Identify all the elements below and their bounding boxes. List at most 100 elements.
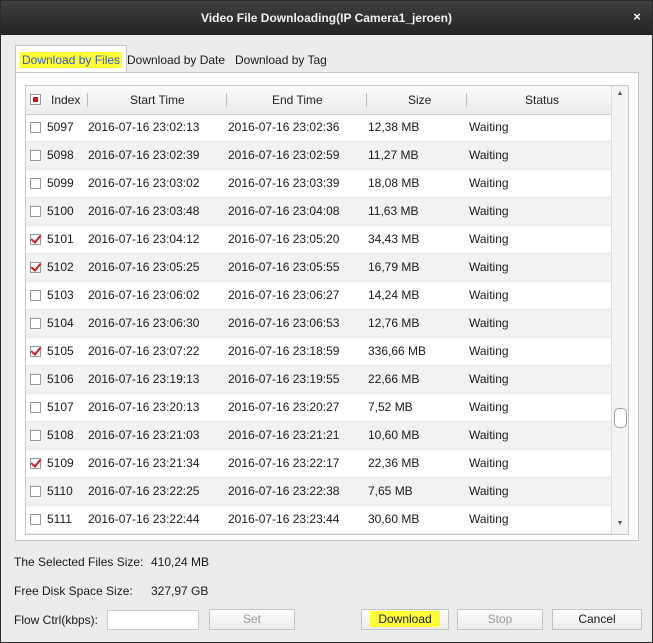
row-checkbox[interactable]: [30, 402, 41, 413]
table-row[interactable]: 5106 2016-07-16 23:19:13 2016-07-16 23:19:…: [26, 366, 612, 394]
column-header-index[interactable]: Index: [51, 86, 80, 114]
cell-status: Waiting: [469, 456, 509, 470]
cell-status: Waiting: [469, 120, 509, 134]
table-row[interactable]: 5104 2016-07-16 23:06:30 2016-07-16 23:06:…: [26, 310, 612, 338]
download-dialog: Video File Downloading(IP Camera1_jeroen…: [0, 0, 653, 643]
cell-index: 5111: [47, 512, 72, 526]
cell-index: 5099: [47, 176, 74, 190]
row-checkbox[interactable]: [30, 374, 41, 385]
flow-ctrl-label: Flow Ctrl(kbps):: [14, 613, 99, 627]
tab-download-by-date[interactable]: Download by Date: [123, 45, 229, 73]
table-row[interactable]: 5097 2016-07-16 23:02:13 2016-07-16 23:02:…: [26, 114, 612, 142]
cell-status: Waiting: [469, 512, 509, 526]
cell-start-time: 2016-07-16 23:22:25: [88, 484, 200, 498]
cell-start-time: 2016-07-16 23:21:34: [88, 456, 200, 470]
cell-start-time: 2016-07-16 23:19:13: [88, 372, 200, 386]
scrollbar-thumb[interactable]: [614, 408, 627, 428]
column-separator[interactable]: [87, 93, 88, 107]
cell-status: Waiting: [469, 232, 509, 246]
cell-index: 5109: [47, 456, 74, 470]
cell-size: 16,79 MB: [368, 260, 420, 274]
cell-end-time: 2016-07-16 23:21:21: [228, 428, 340, 442]
stop-button[interactable]: Stop: [457, 609, 543, 630]
row-checkbox[interactable]: [30, 122, 41, 133]
row-checkbox[interactable]: [30, 234, 41, 245]
table-row[interactable]: 5108 2016-07-16 23:21:03 2016-07-16 23:21:…: [26, 422, 612, 450]
vertical-scrollbar[interactable]: ▲ ▼: [611, 86, 628, 534]
free-disk-value: 327,97 GB: [151, 584, 209, 598]
table-row[interactable]: 5109 2016-07-16 23:21:34 2016-07-16 23:22:…: [26, 450, 612, 478]
tab-label: Download by Date: [127, 53, 226, 67]
column-separator[interactable]: [226, 93, 227, 107]
table-row[interactable]: 5103 2016-07-16 23:06:02 2016-07-16 23:06:…: [26, 282, 612, 310]
cell-size: 7,65 MB: [368, 484, 413, 498]
cell-index: 5104: [47, 316, 74, 330]
table-row[interactable]: 5101 2016-07-16 23:04:12 2016-07-16 23:05:…: [26, 226, 612, 254]
cell-size: 22,66 MB: [368, 372, 420, 386]
scroll-down-icon[interactable]: ▼: [612, 516, 628, 532]
cell-index: 5105: [47, 344, 74, 358]
table-row[interactable]: 5107 2016-07-16 23:20:13 2016-07-16 23:20:…: [26, 394, 612, 422]
cell-index: 5107: [47, 400, 74, 414]
scroll-up-icon[interactable]: ▲: [612, 86, 628, 102]
row-checkbox[interactable]: [30, 206, 41, 217]
column-header-size[interactable]: Size: [408, 86, 431, 114]
window-title: Video File Downloading(IP Camera1_jeroen…: [201, 11, 452, 25]
cancel-button[interactable]: Cancel: [552, 609, 642, 630]
download-button-label: Download: [370, 611, 440, 627]
column-header-start-time[interactable]: Start Time: [130, 86, 185, 114]
table-row[interactable]: 5099 2016-07-16 23:03:02 2016-07-16 23:03:…: [26, 170, 612, 198]
cell-start-time: 2016-07-16 23:20:13: [88, 400, 200, 414]
download-button[interactable]: Download: [361, 609, 449, 630]
row-checkbox[interactable]: [30, 458, 41, 469]
file-table: Index Start Time End Time Size Status 50…: [25, 85, 629, 535]
row-checkbox[interactable]: [30, 318, 41, 329]
free-disk-row: Free Disk Space Size: 327,97 GB: [14, 584, 208, 598]
cell-size: 336,66 MB: [368, 344, 427, 358]
cell-start-time: 2016-07-16 23:22:44: [88, 512, 200, 526]
cell-end-time: 2016-07-16 23:04:08: [228, 204, 340, 218]
selected-size-row: The Selected Files Size: 410,24 MB: [14, 555, 209, 569]
table-row[interactable]: 5098 2016-07-16 23:02:39 2016-07-16 23:02:…: [26, 142, 612, 170]
cell-end-time: 2016-07-16 23:02:59: [228, 148, 340, 162]
table-row[interactable]: 5105 2016-07-16 23:07:22 2016-07-16 23:18:…: [26, 338, 612, 366]
cell-end-time: 2016-07-16 23:19:55: [228, 372, 340, 386]
cell-status: Waiting: [469, 400, 509, 414]
tab-download-by-files[interactable]: Download by Files: [15, 45, 128, 73]
flow-ctrl-input[interactable]: [107, 610, 199, 630]
row-checkbox[interactable]: [30, 290, 41, 301]
cell-index: 5106: [47, 372, 74, 386]
row-checkbox[interactable]: [30, 178, 41, 189]
cell-size: 14,24 MB: [368, 288, 420, 302]
cell-index: 5103: [47, 288, 74, 302]
row-checkbox[interactable]: [30, 430, 41, 441]
column-header-end-time[interactable]: End Time: [272, 86, 323, 114]
title-bar[interactable]: Video File Downloading(IP Camera1_jeroen…: [1, 1, 652, 35]
cell-status: Waiting: [469, 148, 509, 162]
table-row[interactable]: 5102 2016-07-16 23:05:25 2016-07-16 23:05:…: [26, 254, 612, 282]
table-row[interactable]: 5100 2016-07-16 23:03:48 2016-07-16 23:04:…: [26, 198, 612, 226]
cell-start-time: 2016-07-16 23:03:48: [88, 204, 200, 218]
row-checkbox[interactable]: [30, 486, 41, 497]
row-checkbox[interactable]: [30, 514, 41, 525]
table-row[interactable]: 5110 2016-07-16 23:22:25 2016-07-16 23:22:…: [26, 478, 612, 506]
row-checkbox[interactable]: [30, 262, 41, 273]
cell-size: 34,43 MB: [368, 232, 420, 246]
cell-index: 5097: [47, 120, 74, 134]
cell-end-time: 2016-07-16 23:20:27: [228, 400, 340, 414]
tab-download-by-tag[interactable]: Download by Tag: [231, 45, 331, 73]
column-header-status[interactable]: Status: [525, 86, 559, 114]
cell-start-time: 2016-07-16 23:06:02: [88, 288, 200, 302]
cell-index: 5100: [47, 204, 74, 218]
cell-status: Waiting: [469, 316, 509, 330]
close-icon[interactable]: ×: [630, 10, 644, 24]
row-checkbox[interactable]: [30, 150, 41, 161]
row-checkbox[interactable]: [30, 346, 41, 357]
table-row[interactable]: 5111 2016-07-16 23:22:44 2016-07-16 23:23:…: [26, 506, 612, 534]
column-separator[interactable]: [366, 93, 367, 107]
cell-end-time: 2016-07-16 23:18:59: [228, 344, 340, 358]
select-all-checkbox[interactable]: [30, 94, 41, 105]
set-button[interactable]: Set: [209, 609, 295, 630]
cell-index: 5108: [47, 428, 74, 442]
column-separator[interactable]: [466, 93, 467, 107]
